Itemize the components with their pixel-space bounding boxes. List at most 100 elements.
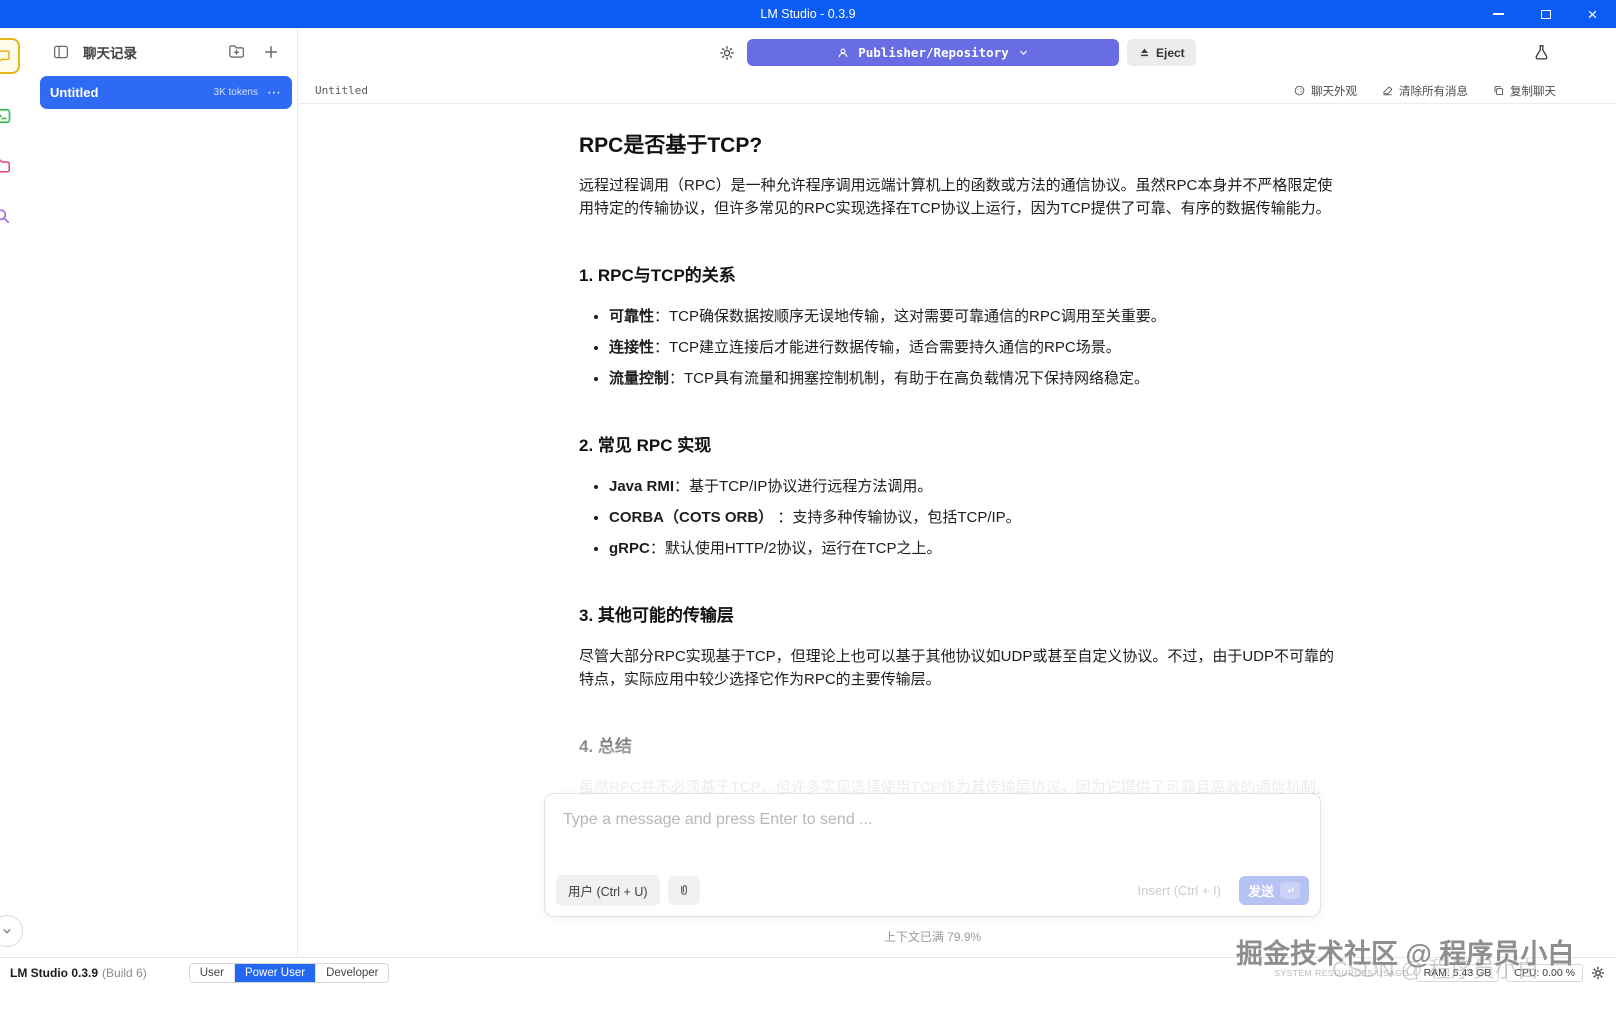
rail-search-icon: [0, 206, 12, 226]
minimize-button[interactable]: [1475, 0, 1522, 28]
publisher-icon: [836, 46, 850, 60]
nav-rail: [0, 28, 35, 957]
rail-models-icon: [0, 156, 12, 176]
user-role-button[interactable]: 用户 (Ctrl + U): [556, 875, 660, 906]
bullet-text: ：基于TCP/IP协议进行远程方法调用。: [674, 478, 932, 495]
maximize-icon: [1541, 10, 1551, 19]
model-selector-label: Publisher/Repository: [858, 45, 1009, 60]
section-2-list: Java RMI：基于TCP/IP协议进行远程方法调用。 CORBA（COTS …: [579, 475, 1335, 560]
cpu-usage-badge: CPU: 0.00 %: [1506, 964, 1583, 982]
window-title: LM Studio - 0.3.9: [0, 7, 1616, 21]
nav-chat-button[interactable]: [0, 38, 20, 74]
send-label: 发送: [1248, 881, 1274, 900]
user-mode-switcher: User Power User Developer: [189, 963, 390, 983]
statusbar-gear-icon: [1590, 965, 1606, 981]
section-heading-1: 1. RPC与TCP的关系: [579, 264, 1335, 287]
ram-usage-badge: RAM: 5.43 GB: [1416, 964, 1500, 982]
model-settings-button[interactable]: [712, 39, 742, 66]
chat-appearance-button[interactable]: 聊天外观: [1293, 83, 1357, 99]
send-enter-icon: [1284, 885, 1296, 897]
new-chat-button[interactable]: [258, 39, 284, 65]
chat-item-title: Untitled: [50, 85, 98, 100]
bullet-item: 流量控制：TCP具有流量和拥塞控制机制，有助于在高负载情况下保持网络稳定。: [609, 367, 1335, 390]
clear-all-messages-label: 清除所有消息: [1399, 83, 1468, 99]
nav-developer-button[interactable]: [0, 100, 18, 132]
bullet-text: ：支持多种传输协议，包括TCP/IP。: [773, 509, 1021, 526]
status-bar: LM Studio 0.3.9(Build 6) User Power User…: [0, 957, 1616, 987]
rail-terminal-icon: [0, 106, 12, 126]
sidebar-title: 聊天记录: [83, 42, 214, 62]
attach-file-button[interactable]: [668, 876, 700, 905]
mode-power-user[interactable]: Power User: [235, 964, 316, 982]
mode-user[interactable]: User: [190, 964, 235, 982]
bullet-text: ：TCP建立连接后才能进行数据传输，适合需要持久通信的RPC场景。: [654, 339, 1121, 356]
lm-studio-window: LM Studio - 0.3.9 × 聊天记录: [0, 0, 1616, 1015]
nav-my-models-button[interactable]: [0, 150, 18, 182]
duplicate-chat-button[interactable]: 复制聊天: [1492, 83, 1556, 99]
titlebar: LM Studio - 0.3.9 ×: [0, 0, 1616, 28]
chat-appearance-icon: [1293, 84, 1306, 97]
folder-plus-icon: [227, 42, 246, 61]
window-controls: ×: [1475, 0, 1616, 28]
new-folder-button[interactable]: [223, 39, 249, 65]
bullet-text: ：默认使用HTTP/2协议，运行在TCP之上。: [650, 540, 942, 557]
nav-discover-button[interactable]: [0, 200, 18, 232]
chat-list-item-selected[interactable]: Untitled 3K tokens ⋯: [40, 76, 292, 109]
maximize-button[interactable]: [1522, 0, 1569, 28]
close-icon: ×: [1588, 6, 1598, 23]
chat-appearance-label: 聊天外观: [1311, 83, 1357, 99]
sidebar-toggle-button[interactable]: [48, 39, 74, 65]
insert-button[interactable]: Insert (Ctrl + I): [1138, 883, 1231, 898]
system-resources: SYSTEM RESOURCES USAGE RAM: 5.43 GB CPU:…: [1274, 964, 1606, 982]
send-key-badge: [1280, 882, 1300, 899]
tab-actions: 聊天外观 清除所有消息 复制聊天: [1293, 83, 1556, 99]
bullet-term: Java RMI: [609, 478, 674, 495]
section-3-paragraph: 尽管大部分RPC实现基于TCP，但理论上也可以基于其他协议如UDP或甚至自定义协…: [579, 645, 1335, 691]
chevron-down-icon: [1017, 46, 1030, 59]
settings-button[interactable]: [1590, 965, 1606, 981]
new-chat-icon: [262, 43, 280, 61]
scroll-to-bottom-button[interactable]: [0, 915, 23, 947]
message-intro: 远程过程调用（RPC）是一种允许程序调用远端计算机上的函数或方法的通信协议。虽然…: [579, 174, 1335, 220]
main-area: Publisher/Repository Eject Untitled 聊天外观: [298, 28, 1616, 957]
bullet-item: gRPC：默认使用HTTP/2协议，运行在TCP之上。: [609, 537, 1335, 560]
duplicate-chat-icon: [1492, 84, 1505, 97]
chat-item-token-count: 3K tokens: [214, 87, 258, 98]
gear-icon: [718, 44, 736, 62]
message-composer[interactable]: Type a message and press Enter to send .…: [544, 793, 1321, 917]
tab-bar: Untitled 聊天外观 清除所有消息 复制聊天: [298, 78, 1616, 104]
minimize-icon: [1493, 13, 1504, 14]
assistant-message: RPC是否基于TCP? 远程过程调用（RPC）是一种允许程序调用远端计算机上的函…: [579, 104, 1335, 822]
close-button[interactable]: ×: [1569, 0, 1616, 28]
paperclip-icon: [676, 883, 692, 899]
resources-usage-label: SYSTEM RESOURCES USAGE: [1274, 968, 1408, 978]
flask-icon: [1532, 43, 1551, 62]
duplicate-chat-label: 复制聊天: [1510, 83, 1556, 99]
app-version-label: LM Studio 0.3.9: [10, 966, 98, 980]
experimental-features-button[interactable]: [1526, 37, 1556, 67]
rail-chat-icon: [0, 47, 12, 65]
chat-item-menu-button[interactable]: ⋯: [267, 84, 282, 101]
bullet-text: ：TCP具有流量和拥塞控制机制，有助于在高负载情况下保持网络稳定。: [669, 370, 1149, 387]
context-usage-status: 上下文已满 79.9%: [544, 928, 1321, 945]
bullet-item: 可靠性：TCP确保数据按顺序无误地传输，这对需要可靠通信的RPC调用至关重要。: [609, 305, 1335, 328]
bullet-item: Java RMI：基于TCP/IP协议进行远程方法调用。: [609, 475, 1335, 498]
eject-icon: [1138, 46, 1151, 59]
clear-messages-icon: [1381, 84, 1394, 97]
tab-untitled[interactable]: Untitled: [315, 84, 368, 97]
bullet-term: 流量控制: [609, 370, 669, 387]
section-1-list: 可靠性：TCP确保数据按顺序无误地传输，这对需要可靠通信的RPC调用至关重要。 …: [579, 305, 1335, 390]
eject-model-button[interactable]: Eject: [1127, 39, 1196, 66]
bullet-term: 可靠性: [609, 308, 654, 325]
scroll-down-icon: [0, 921, 17, 941]
bullet-term: CORBA（COTS ORB）: [609, 509, 773, 526]
top-toolbar: Publisher/Repository Eject: [298, 28, 1616, 78]
bullet-term: gRPC: [609, 540, 650, 557]
panel-toggle-icon: [52, 43, 70, 61]
clear-all-messages-button[interactable]: 清除所有消息: [1381, 83, 1468, 99]
mode-developer[interactable]: Developer: [316, 964, 388, 982]
section-heading-4: 4. 总结: [579, 735, 1335, 758]
send-button[interactable]: 发送: [1239, 876, 1309, 905]
message-input[interactable]: Type a message and press Enter to send .…: [545, 794, 1320, 846]
model-selector-button[interactable]: Publisher/Repository: [747, 39, 1119, 66]
